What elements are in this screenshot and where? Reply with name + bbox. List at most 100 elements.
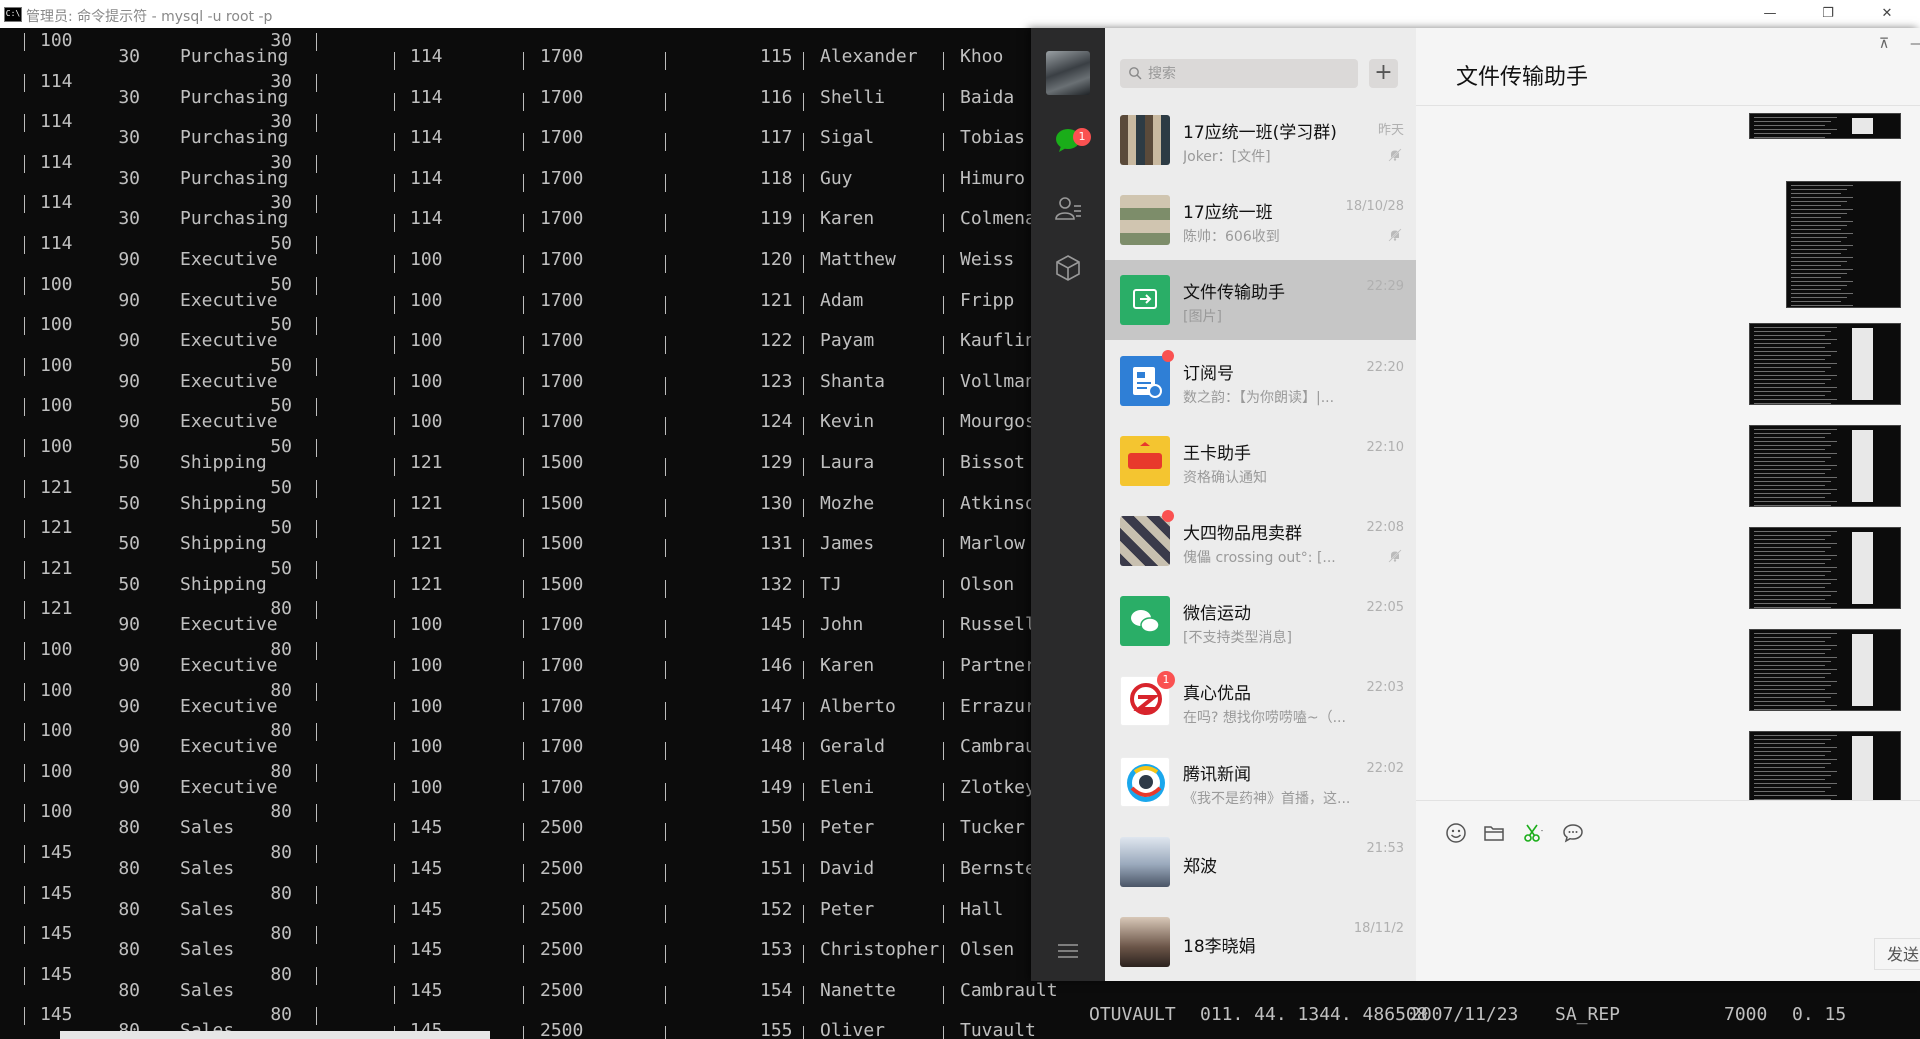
screenshot-text-line [1754, 795, 1837, 796]
screenshot-text-line [1754, 539, 1825, 540]
table-cell: Shelli [820, 86, 886, 108]
send-button[interactable]: 发送 [1874, 938, 1920, 970]
image-message[interactable] [1749, 527, 1901, 609]
table-cell: Marlow [960, 533, 1026, 555]
console-tail-cell: 7000 [1724, 1004, 1768, 1025]
column-separator [316, 398, 317, 417]
wechat-minimize-button[interactable]: — [1910, 36, 1920, 52]
column-separator [665, 498, 666, 517]
table-cell: Mozhe [820, 492, 875, 514]
chat-list-item[interactable]: 17应统一班 18/10/28 陈帅：606收到 [1105, 180, 1416, 260]
table-cell: 145 [410, 858, 443, 879]
image-message[interactable] [1749, 113, 1901, 139]
image-message[interactable] [1749, 323, 1901, 405]
table-cell: 80 [118, 817, 140, 839]
column-separator [943, 133, 944, 152]
table-cell: 121 [410, 452, 443, 473]
tencent-news-icon [1127, 763, 1165, 802]
favorites-cube-icon[interactable] [1053, 253, 1083, 283]
screenshot-text-line [1754, 339, 1837, 340]
table-cell: Cambrault [960, 979, 1058, 1001]
screenshot-scissors-icon[interactable] [1521, 821, 1545, 845]
cmd-titlebar[interactable]: C:\ 管理员: 命令提示符 - mysql -u root -p — ❐ ✕ [0, 0, 1920, 29]
search-input[interactable] [1148, 59, 1348, 88]
screenshot-text-line [1791, 241, 1842, 242]
chat-bubble-icon[interactable] [1561, 821, 1585, 845]
column-separator [316, 845, 317, 863]
chat-list-panel: + 17应统一班(学习群) 昨天 Joker：[文件] 17应统一班 18/10/28 陈… [1105, 28, 1416, 981]
table-cell: Payam [820, 330, 875, 352]
menu-icon[interactable] [1053, 936, 1083, 966]
column-separator [24, 560, 25, 579]
table-cell: 100 [40, 679, 73, 701]
image-message[interactable] [1786, 181, 1901, 308]
table-row: 100 90 Executive 50 100 1700 121 Adam Fripp [0, 274, 1030, 314]
add-chat-button[interactable]: + [1369, 59, 1398, 88]
table-cell: 118 [760, 167, 793, 189]
table-cell: Peter [820, 898, 875, 920]
screenshot-text-line [1754, 347, 1825, 348]
image-message[interactable] [1749, 629, 1901, 711]
table-cell: 80 [270, 639, 292, 660]
screenshot-text-line [1754, 359, 1825, 360]
column-separator [523, 579, 524, 598]
screenshot-text-line [1754, 429, 1837, 430]
screenshot-text-line [1754, 343, 1831, 344]
chat-list-item[interactable]: 订阅号 22:20 数之韵：【为你朗读】|... [1105, 341, 1416, 421]
pin-window-icon[interactable]: ⊼ [1876, 36, 1892, 52]
chat-list-item[interactable]: 郑波 21:53 [1105, 822, 1416, 902]
chat-name: 17应统一班(学习群) [1183, 123, 1337, 143]
table-cell: Sales [180, 979, 235, 1001]
folder-icon[interactable] [1482, 821, 1506, 845]
column-separator [394, 864, 395, 882]
contacts-icon[interactable] [1053, 194, 1083, 224]
screenshot-text-line [1754, 489, 1837, 490]
column-separator [523, 376, 524, 395]
table-cell: Kevin [820, 411, 875, 433]
column-separator [316, 236, 317, 254]
close-button[interactable]: ✕ [1864, 0, 1910, 28]
chat-list-item[interactable]: 腾讯新闻 22:02 《我不是药神》首播，这... [1105, 742, 1416, 822]
table-cell: 123 [760, 370, 793, 392]
column-separator [803, 620, 804, 639]
minimize-button[interactable]: — [1747, 0, 1793, 28]
column-separator [665, 904, 666, 923]
column-separator [665, 620, 666, 639]
table-cell: 1700 [540, 614, 584, 636]
column-separator [24, 439, 25, 457]
message-area[interactable] [1416, 106, 1920, 800]
table-cell: 2500 [540, 1020, 584, 1039]
chat-list-item[interactable]: 真心优品 22:03 在吗? 想找你唠唠嗑~（... 1 [1105, 661, 1416, 741]
table-cell: Zlotkey [960, 776, 1036, 798]
screenshot-text-line [1754, 445, 1831, 446]
column-separator [523, 214, 524, 233]
table-cell: 1700 [540, 289, 584, 311]
column-separator [24, 763, 25, 782]
chat-list-item[interactable]: 王卡助手 22:10 资格确认通知 [1105, 421, 1416, 501]
table-cell: Sales [180, 898, 235, 920]
emoji-icon[interactable] [1444, 821, 1468, 845]
image-message[interactable] [1749, 425, 1901, 507]
column-separator [24, 845, 25, 863]
chat-list-item[interactable]: 17应统一班(学习群) 昨天 Joker：[文件] [1105, 100, 1416, 180]
table-cell: 100 [40, 354, 73, 376]
table-cell: Weiss [960, 249, 1015, 270]
maximize-button[interactable]: ❐ [1805, 0, 1851, 28]
column-separator [665, 661, 666, 679]
chat-list-item[interactable]: 大四物品甩卖群 22:08 傀儡 crossing out°: [... [1105, 501, 1416, 581]
image-message[interactable] [1749, 731, 1901, 800]
screenshot-text-line [1791, 305, 1854, 306]
horizontal-scrollbar-thumb[interactable] [60, 1031, 490, 1039]
chat-list-item[interactable]: 微信运动 22:05 [不支持类型消息] [1105, 581, 1416, 661]
column-separator [316, 357, 317, 376]
my-avatar[interactable] [1046, 51, 1090, 95]
chat-list-item[interactable]: 18李晓娟 18/11/2 [1105, 902, 1416, 981]
search-box[interactable] [1120, 59, 1358, 88]
column-separator [523, 742, 524, 761]
screenshot-text-line [1754, 543, 1837, 544]
chat-list-item[interactable]: 文件传输助手 22:29 [图片] [1105, 260, 1416, 341]
table-cell: 1700 [540, 46, 584, 67]
table-cell: 145 [40, 882, 73, 904]
column-separator [803, 823, 804, 842]
screenshot-text-line [1754, 363, 1837, 364]
